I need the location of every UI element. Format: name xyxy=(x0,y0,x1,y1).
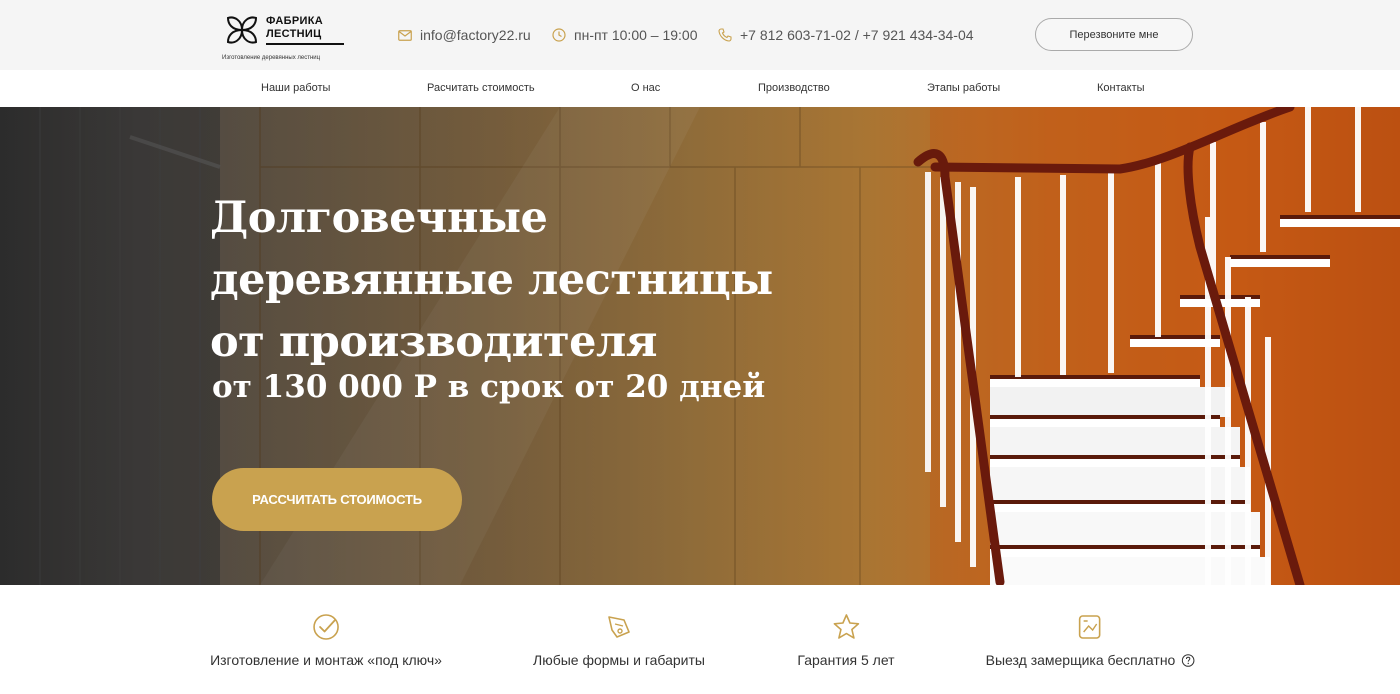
hero-title-line3: от производителя xyxy=(210,317,658,367)
measure-icon xyxy=(1079,615,1101,639)
contact-hours: пн-пт 10:00 – 19:00 xyxy=(552,27,698,43)
brand-underline xyxy=(266,43,344,45)
nav-item-production[interactable]: Производство xyxy=(758,82,830,94)
feature-free-measure-label: Выезд замерщика бесплатно xyxy=(986,652,1195,668)
nav-item-calculate[interactable]: Расчитать стоимость xyxy=(427,82,535,94)
feature-turnkey-label: Изготовление и монтаж «под ключ» xyxy=(210,652,442,668)
nav-item-contacts[interactable]: Контакты xyxy=(1097,82,1145,94)
feature-turnkey: Изготовление и монтаж «под ключ» xyxy=(210,612,442,668)
callback-button[interactable]: Перезвоните мне xyxy=(1035,18,1193,51)
star-icon xyxy=(833,614,859,639)
pencil-ruler-icon xyxy=(608,616,630,638)
email-text[interactable]: info@factory22.ru xyxy=(420,27,531,43)
hero-title-line1: Долговечные xyxy=(210,193,548,243)
feature-any-shapes: Любые формы и габариты xyxy=(533,612,705,668)
hero-title-line2: деревянные лестницы xyxy=(210,255,773,305)
hero-banner: Долговечные деревянные лестницы от произ… xyxy=(0,107,1400,585)
hero-title: Долговечные деревянные лестницы от произ… xyxy=(210,187,773,373)
contact-phones[interactable]: +7 812 603-71-02 / +7 921 434-34-04 xyxy=(718,27,974,43)
phones-text[interactable]: +7 812 603-71-02 / +7 921 434-34-04 xyxy=(740,27,974,43)
hours-text: пн-пт 10:00 – 19:00 xyxy=(574,27,698,43)
features-bar: Изготовление и монтаж «под ключ» Любые ф… xyxy=(0,585,1400,694)
check-circle-icon xyxy=(313,614,339,640)
logo[interactable]: ФАБРИКА ЛЕСТНИЦ Изготовление деревянных … xyxy=(222,12,344,64)
brand-tagline: Изготовление деревянных лестниц xyxy=(222,55,321,61)
logo-flower-icon xyxy=(226,16,258,44)
feature-any-shapes-label: Любые формы и габариты xyxy=(533,652,705,668)
feature-free-measure: Выезд замерщика бесплатно xyxy=(986,612,1195,668)
feature-warranty-label: Гарантия 5 лет xyxy=(797,652,895,668)
nav-item-about[interactable]: О нас xyxy=(631,82,660,94)
hero-subtitle: от 130 000 Р в срок от 20 дней xyxy=(212,369,766,405)
calculate-cost-button[interactable]: РАССЧИТАТЬ СТОИМОСТЬ xyxy=(212,468,462,531)
brand-name-line2: ЛЕСТНИЦ xyxy=(266,28,322,40)
top-bar: ФАБРИКА ЛЕСТНИЦ Изготовление деревянных … xyxy=(0,0,1400,70)
nav-item-stages[interactable]: Этапы работы xyxy=(927,82,1000,94)
phone-icon xyxy=(718,28,732,42)
question-icon[interactable] xyxy=(1181,653,1195,667)
feature-warranty: Гарантия 5 лет xyxy=(797,612,895,668)
contact-email[interactable]: info@factory22.ru xyxy=(398,27,531,43)
clock-icon xyxy=(552,28,566,42)
main-nav: Наши работы Расчитать стоимость О нас Пр… xyxy=(0,70,1400,107)
mail-icon xyxy=(398,29,412,41)
brand-name: ФАБРИКА ЛЕСТНИЦ xyxy=(266,15,323,41)
nav-item-our-works[interactable]: Наши работы xyxy=(261,82,330,94)
feature-free-measure-text: Выезд замерщика бесплатно xyxy=(985,652,1176,668)
brand-name-line1: ФАБРИКА xyxy=(266,15,323,27)
